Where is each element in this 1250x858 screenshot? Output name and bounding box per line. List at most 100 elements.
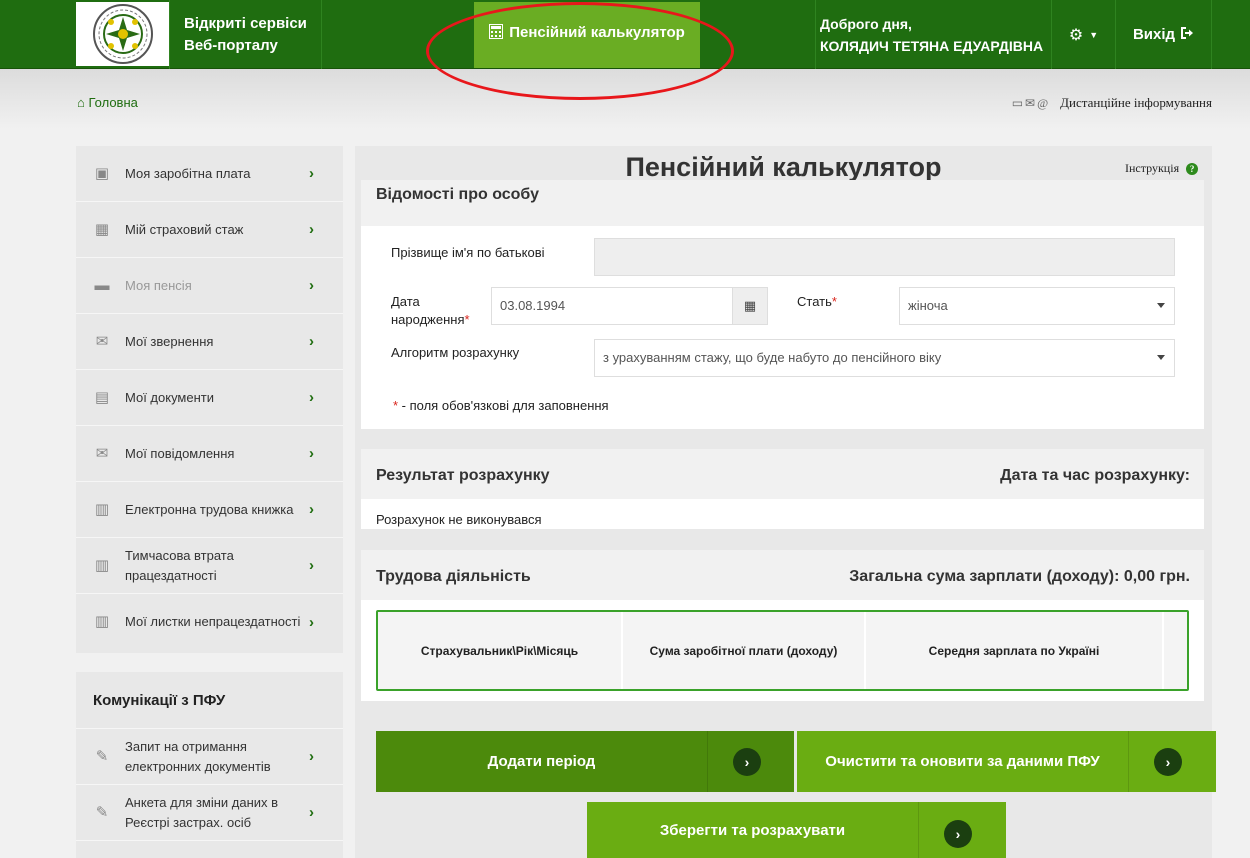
chevron-right-icon: ›	[309, 445, 314, 462]
caret-down-icon: ▼	[1089, 29, 1099, 40]
add-period-label: Додати період	[487, 753, 596, 770]
chevron-right-icon: ›	[309, 613, 314, 631]
sidebar-item-messages[interactable]: ✉ Мої повідомлення ›	[76, 426, 343, 482]
calc-datetime-label: Дата та час розрахунку:	[1000, 467, 1190, 484]
comm-item-label: Запит на отримання електронних документі…	[125, 738, 271, 774]
result-section-header: Результат розрахунку Дата та час розраху…	[361, 449, 1204, 499]
wallet-icon: ▣	[94, 164, 110, 182]
chevron-right-icon: ›	[309, 389, 314, 406]
required-note-text: - поля обов'язкові для заповнення	[398, 398, 609, 413]
button-divider	[918, 802, 919, 858]
sidebar-item-temporary-disability[interactable]: ▥ Тимчасова втрата працездатності ›	[76, 538, 343, 594]
remote-info-label: Дистанційне інформування	[1060, 95, 1212, 110]
birth-date-label-text: народження	[391, 312, 465, 327]
chevron-right-icon: ›	[309, 165, 314, 182]
sidebar-item-label: Мої звернення	[125, 333, 214, 349]
algorithm-label: Алгоритм розрахунку	[391, 345, 520, 360]
work-history-table: Страхувальник\Рік\Місяць Сума заробітної…	[376, 610, 1189, 691]
save-calculate-button[interactable]: Зберегти та розрахувати ›	[587, 802, 1006, 858]
gender-select-value: жіноча	[908, 298, 948, 313]
add-period-button[interactable]: Додати період ›	[376, 731, 794, 792]
button-divider	[707, 731, 708, 792]
tab-pension-calculator[interactable]: Пенсійний калькулятор	[474, 2, 700, 68]
birth-date-label: Дата народження*	[391, 293, 470, 329]
sidebar-item-label: Моя заробітна плата	[125, 165, 251, 181]
algorithm-select[interactable]: з урахуванням стажу, що буде набуто до п…	[594, 339, 1175, 377]
algorithm-select-value: з урахуванням стажу, що буде набуто до п…	[603, 350, 942, 365]
sidebar-item-documents[interactable]: ▤ Мої документи ›	[76, 370, 343, 426]
sidebar-item-appeals[interactable]: ✉ Мої звернення ›	[76, 314, 343, 370]
greeting-text: Доброго дня,	[820, 16, 912, 32]
chevron-right-icon: ›	[309, 557, 314, 574]
sidebar-item-salary[interactable]: ▣ Моя заробітна плата ›	[76, 146, 343, 202]
remote-info-link[interactable]: ▭✉@ Дистанційне інформування	[1012, 95, 1212, 111]
column-header-avg-salary[interactable]: Середня зарплата по Україні	[865, 612, 1162, 689]
birth-date-input[interactable]: 03.08.1994	[491, 287, 733, 325]
gender-select[interactable]: жіноча	[899, 287, 1175, 325]
gender-label-text: Стать	[797, 294, 832, 309]
full-name-input[interactable]	[594, 238, 1175, 276]
sidebar-item-label: Мої повідомлення	[125, 445, 235, 461]
comm-item-e-documents-request[interactable]: ✎ Запит на отримання електронних докумен…	[76, 729, 343, 785]
sidebar-item-label: Мій страховий стаж	[125, 221, 244, 237]
sidebar-item-label: Мої документи	[125, 389, 214, 405]
sidebar-item-label: Електронна трудова книжка	[125, 501, 294, 517]
calendar-icon: ▦	[743, 298, 757, 313]
caret-down-icon	[1157, 303, 1165, 308]
sidebar-item-sick-leaves[interactable]: ▥ Мої листки непрацездатності ›	[76, 594, 343, 650]
settings-dropdown-button[interactable]: ⚙ ▼	[1052, 0, 1115, 69]
sidebar-item-pension[interactable]: ▬ Моя пенсія ›	[76, 258, 343, 314]
sidebar-item-insurance-record[interactable]: ▦ Мій страховий стаж ›	[76, 202, 343, 258]
comm-item-registry-change-form[interactable]: ✎ Анкета для зміни даних в Реєстрі застр…	[76, 785, 343, 841]
save-calculate-label: Зберегти та розрахувати	[659, 821, 846, 839]
work-section-header: Трудова діяльність Загальна сума зарплат…	[361, 550, 1204, 600]
user-greeting: Доброго дня, КОЛЯДИЧ ТЕТЯНА ЕДУАРДІВНА	[820, 13, 1043, 57]
page-title: Пенсійний калькулятор	[625, 152, 942, 182]
sidebar-item-label: Моя пенсія	[125, 277, 192, 293]
result-section-body: Розрахунок не виконувався	[361, 499, 1204, 529]
portal-title[interactable]: Відкриті сервіси Веб-порталу	[184, 13, 307, 57]
home-icon: ⌂	[77, 95, 85, 110]
mail-icon: ✉	[95, 444, 109, 462]
required-asterisk: *	[831, 294, 837, 309]
gender-label: Стать*	[797, 293, 837, 311]
column-header-salary[interactable]: Сума заробітної плати (доходу)	[622, 612, 864, 689]
chevron-right-icon: ›	[309, 501, 314, 518]
chevron-right-icon: ›	[309, 333, 314, 350]
column-header-extra	[1163, 612, 1187, 689]
document-icon: ▤	[94, 388, 110, 406]
caret-down-icon	[1157, 355, 1165, 360]
clear-refresh-button[interactable]: Очистити та оновити за даними ПФУ ›	[797, 731, 1216, 792]
calc-status-text: Розрахунок не виконувався	[376, 512, 542, 527]
birth-date-label-line2: народження*	[391, 311, 470, 329]
sidebar-item-e-workbook[interactable]: ▥ Електронна трудова книжка ›	[76, 482, 343, 538]
sidebar-item-label: Мої листки непрацездатності	[125, 614, 301, 629]
button-divider	[1128, 731, 1129, 792]
breadcrumb[interactable]: ⌂ Головна	[77, 95, 138, 110]
pfu-logo[interactable]	[76, 2, 169, 66]
chevron-right-circle-icon: ›	[1154, 748, 1182, 776]
column-header-employer[interactable]: Страхувальник\Рік\Місяць	[378, 612, 621, 689]
full-name-label: Прізвище ім'я по батькові	[391, 245, 545, 260]
book-icon: ▥	[94, 613, 110, 630]
monitor-mail-at-icons: ▭✉@	[1011, 95, 1051, 110]
chevron-right-icon: ›	[309, 221, 314, 238]
result-section-title: Результат розрахунку	[376, 467, 550, 484]
gear-icon: ⚙	[1068, 26, 1084, 44]
breadcrumb-home[interactable]: Головна	[88, 95, 137, 110]
instruction-link[interactable]: Інструкція ?	[1125, 161, 1199, 176]
logout-button[interactable]: Вихід	[1116, 0, 1211, 69]
top-navbar: Відкриті сервіси Веб-порталу Пенсійний к…	[0, 0, 1250, 69]
pfu-emblem-icon	[92, 4, 153, 64]
sidebar-menu: ▣ Моя заробітна плата › ▦ Мій страховий …	[76, 146, 343, 653]
sign-out-icon	[1181, 26, 1194, 43]
instruction-label: Інструкція	[1125, 161, 1180, 175]
calendar-icon: ▦	[94, 220, 110, 238]
person-section-header: Відомості про особу	[361, 180, 1204, 226]
edit-doc-icon: ✎	[95, 747, 109, 765]
calculator-icon	[489, 24, 504, 68]
date-picker-button[interactable]: ▦	[732, 287, 768, 325]
edit-doc-icon: ✎	[95, 803, 109, 821]
question-circle-icon: ?	[1186, 162, 1199, 175]
user-full-name: КОЛЯДИЧ ТЕТЯНА ЕДУАРДІВНА	[820, 38, 1044, 54]
